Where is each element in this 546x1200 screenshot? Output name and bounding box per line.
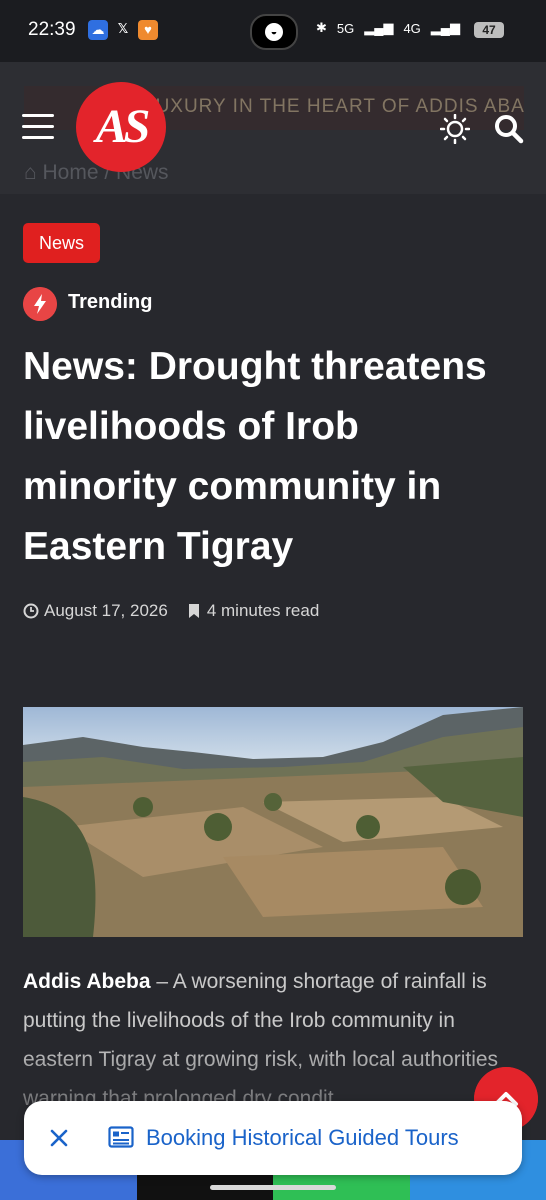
status-time: 22:39 — [28, 19, 76, 40]
trending-label: Trending — [68, 291, 153, 313]
theme-toggle-icon[interactable] — [440, 114, 470, 144]
lightning-icon — [23, 287, 57, 321]
bookmark-icon — [188, 604, 199, 618]
network-5g-label: 5G — [336, 20, 355, 36]
clock-icon — [23, 603, 39, 619]
search-icon[interactable] — [494, 114, 524, 144]
x-icon: 𝕏 — [117, 22, 129, 37]
battery-level: 47 — [474, 22, 504, 38]
network-4g-label: 4G — [403, 20, 421, 36]
promo-notification[interactable]: Booking Historical Guided Tours — [24, 1101, 522, 1175]
article-meta: August 17, 2026 4 minutes read — [23, 601, 319, 621]
hotspot-icon: ◒ — [265, 23, 283, 41]
article-title: News: Drought threatens livelihoods of I… — [23, 345, 487, 568]
site-header: LUXURY IN THE HEART OF ADDIS ABABA ⌂ Hom… — [0, 62, 546, 194]
newspaper-icon — [108, 1126, 134, 1148]
signal-indicators: ✱ 5G ▂▄▆ 4G ▂▄▆ — [316, 20, 460, 36]
signal-icon: ▂▄▆ — [430, 20, 460, 35]
close-icon[interactable] — [44, 1123, 74, 1153]
read-time: 4 minutes read — [206, 601, 320, 620]
cloud-app-icon: ☁ — [88, 20, 108, 40]
category-badge[interactable]: News — [23, 223, 101, 263]
notification-label[interactable]: Booking Historical Guided Tours — [146, 1125, 459, 1151]
gesture-nav-bar[interactable] — [210, 1185, 336, 1190]
orange-app-icon: ♥ — [138, 20, 158, 40]
site-logo[interactable]: AS — [76, 82, 166, 172]
bluetooth-icon: ✱ — [315, 20, 327, 35]
signal-icon: ▂▄▆ — [364, 20, 394, 35]
status-bar: 22:39 ☁ 𝕏 ♥ ◒ ✱ 5G ▂▄▆ 4G ▂▄▆ 47 — [0, 0, 546, 62]
publish-date: August 17, 2026 — [44, 601, 168, 620]
menu-icon[interactable] — [22, 114, 54, 140]
article-image — [23, 707, 523, 937]
body-lead: Addis Abeba — [23, 970, 151, 993]
hotspot-indicator: ◒ — [250, 14, 298, 50]
